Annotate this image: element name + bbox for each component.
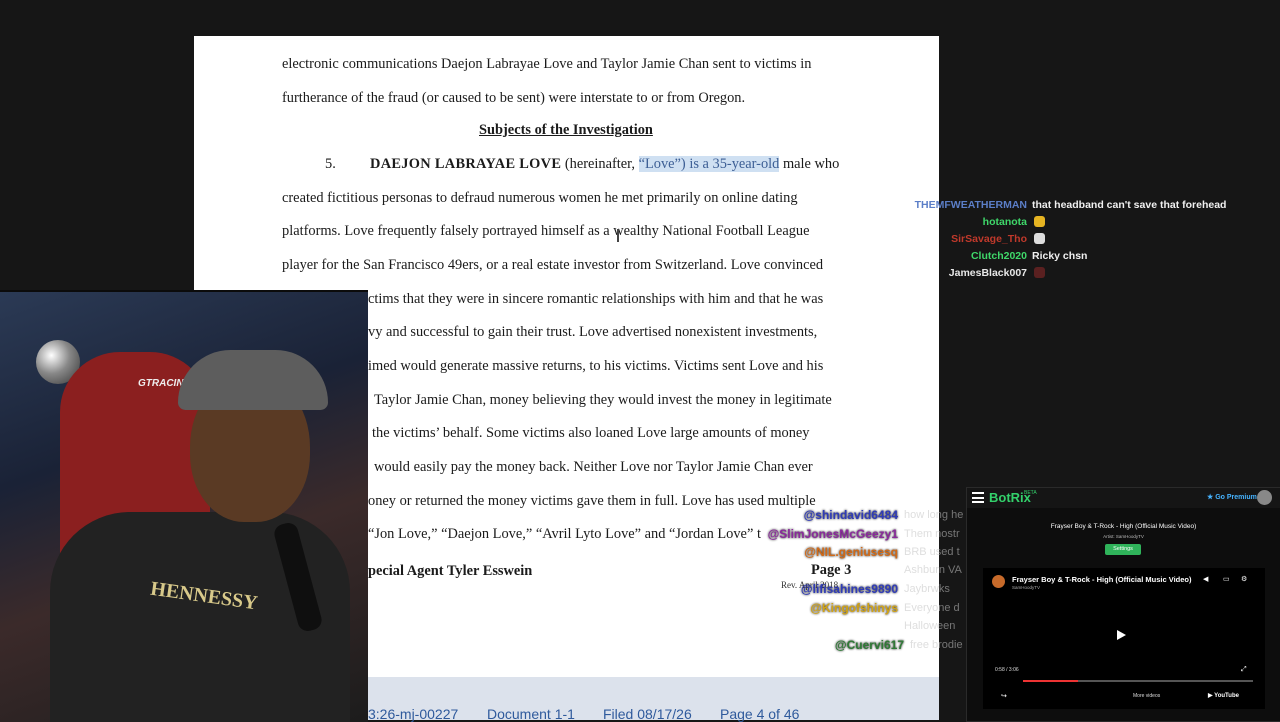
emote-icon xyxy=(1034,233,1045,244)
go-premium-button[interactable]: ★ Go Premium xyxy=(1207,493,1257,501)
youtube-logo[interactable]: ▶ YouTube xyxy=(1208,692,1239,699)
chat-username: @NIL.geniusesq xyxy=(804,545,898,559)
avatar[interactable] xyxy=(1257,490,1272,505)
paragraph-intro-end: male who xyxy=(779,156,840,172)
chat-message: how long he xyxy=(904,509,964,521)
doc-line-14-text: “Jon Love,” “Daejon Love,” “Avril Lyto L… xyxy=(368,526,754,542)
doc-line-10: Taylor Jamie Chan, money believing they … xyxy=(374,392,832,408)
paragraph-first-line: DAEJON LABRAYAE LOVE (hereinafter, “Love… xyxy=(370,156,839,173)
play-icon[interactable] xyxy=(1117,630,1126,640)
chat-username: @lifisahines9890 xyxy=(800,582,898,596)
chat-message: Everyone d xyxy=(904,602,960,614)
chat-message: Halloween xyxy=(904,620,956,632)
doc-line-14: “Jon Love,” “Daejon Love,” “Avril Lyto L… xyxy=(368,526,761,543)
now-playing-title: Frayser Boy & T-Rock - High (Official Mu… xyxy=(1050,523,1197,530)
doc-line-14-tail: t xyxy=(756,526,761,542)
share-icon[interactable]: ↪ xyxy=(1001,693,1009,700)
highlighted-text[interactable]: “Love”) is a 35-year-old xyxy=(638,156,780,172)
emote-icon xyxy=(1034,216,1045,227)
video-title[interactable]: Frayser Boy & T-Rock - High (Official Mu… xyxy=(1012,575,1191,584)
page-number-label: Page 3 xyxy=(811,562,852,578)
chat-username: @shindavid6484 xyxy=(803,508,898,522)
doc-line-8: vy and successful to gain their trust. L… xyxy=(368,324,818,340)
chat-username: SirSavage_Tho xyxy=(951,233,1027,245)
progress-fill xyxy=(1023,680,1079,682)
doc-line-7: ctims that they were in sincere romantic… xyxy=(368,291,824,307)
now-playing-artist: Artist: SamHoodyTV xyxy=(1103,534,1144,539)
doc-line-1: electronic communications Daejon Labraya… xyxy=(282,56,812,72)
doc-line-6: player for the San Francisco 49ers, or a… xyxy=(282,257,824,273)
more-videos-button[interactable]: More videos xyxy=(1133,693,1160,699)
doc-line-4: created fictitious personas to defraud n… xyxy=(282,190,798,206)
doc-line-2: furtherance of the fraud (or caused to b… xyxy=(282,90,746,106)
doc-line-13: oney or returned the money victims gave … xyxy=(368,493,816,509)
settings-button[interactable]: Settings xyxy=(1105,544,1141,555)
volume-icon[interactable]: ◀ xyxy=(1203,576,1211,583)
emote-icon xyxy=(1034,267,1045,278)
section-heading: Subjects of the Investigation xyxy=(479,122,653,138)
chat-username: @Kingofshinys xyxy=(810,601,898,615)
botrix-header: BotRix BETA ★ Go Premium xyxy=(967,488,1280,508)
video-channel[interactable]: SamHoodyTV xyxy=(1012,585,1040,590)
chat-message: Ashburn VA xyxy=(904,564,962,576)
botrix-widget: BotRix BETA ★ Go Premium Frayser Boy & T… xyxy=(966,487,1280,722)
captions-icon[interactable]: ▭ xyxy=(1223,576,1231,583)
doc-line-9: imed would generate massive returns, to … xyxy=(368,358,824,374)
chat-username: @Cuervi617 xyxy=(834,638,904,652)
chat-username: JamesBlack007 xyxy=(948,267,1027,279)
youtube-player[interactable]: Frayser Boy & T-Rock - High (Official Mu… xyxy=(983,568,1265,709)
streamer-cap xyxy=(178,350,328,410)
menu-icon[interactable] xyxy=(972,492,984,503)
chat-message: BRB used t xyxy=(904,546,960,558)
chat-message: free brodie xyxy=(910,639,963,651)
chat-message: Them nostr xyxy=(904,528,960,540)
chat-username: hotanota xyxy=(982,216,1027,228)
paragraph-number: 5. xyxy=(325,156,336,172)
text-cursor-icon xyxy=(617,229,619,242)
subject-name: DAEJON LABRAYAE LOVE xyxy=(370,156,562,172)
doc-line-5: platforms. Love frequently falsely portr… xyxy=(282,223,810,239)
chat-username: THEMFWEATHERMAN xyxy=(914,199,1027,211)
doc-line-12: would easily pay the money back. Neither… xyxy=(374,459,813,475)
document-footer: 3:26-mj-00227 Document 1-1 Filed 08/17/2… xyxy=(368,677,939,722)
paragraph-intro: (hereinafter, xyxy=(561,156,639,172)
chat-message: Jaybrwks xyxy=(904,583,950,595)
chat-username: Clutch2020 xyxy=(970,250,1027,262)
doc-line-11: the victims’ behalf. Some victims also l… xyxy=(372,425,810,441)
beta-badge: BETA xyxy=(1024,490,1037,496)
video-progress-bar[interactable] xyxy=(1023,680,1253,682)
video-time: 0:58 / 3:06 xyxy=(995,667,1019,673)
chat-message: Ricky chsn xyxy=(1032,250,1088,262)
fullscreen-icon[interactable]: ⤢ xyxy=(1241,666,1249,673)
channel-avatar[interactable] xyxy=(992,575,1005,588)
gear-icon[interactable]: ⚙ xyxy=(1241,576,1249,583)
chat-message: that headband can't save that forehead xyxy=(1032,199,1227,211)
chat-username: @SlimJonesMcGeezy1 xyxy=(767,527,898,541)
signature-line: pecial Agent Tyler Esswein xyxy=(368,563,533,579)
webcam-feed: GTRACING HENNESSY xyxy=(0,290,368,722)
